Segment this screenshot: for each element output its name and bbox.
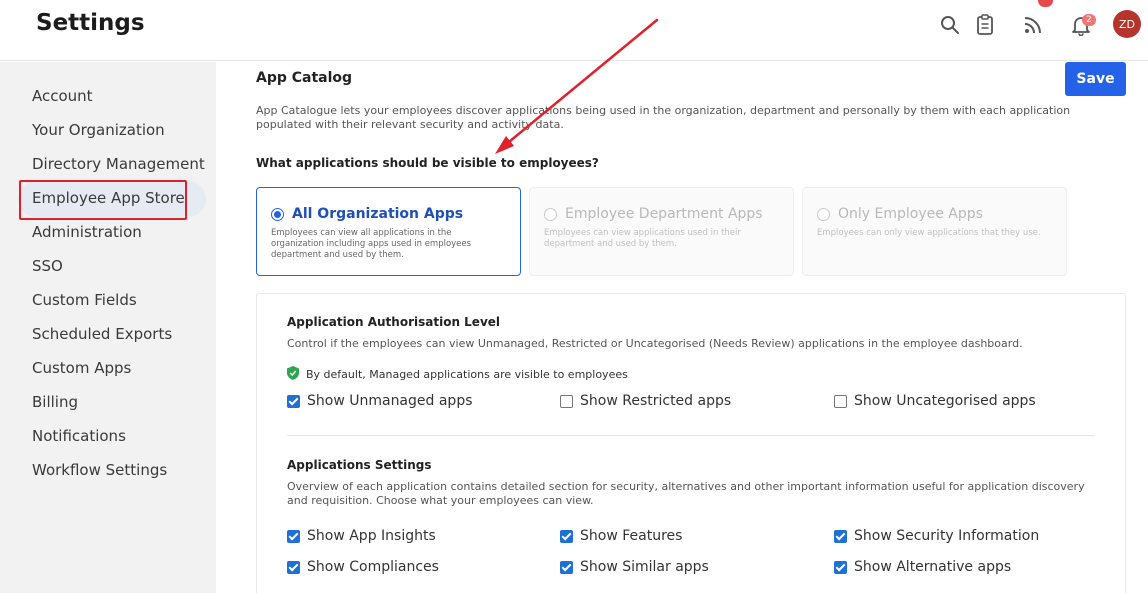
sidebar-item-notifications[interactable]: Notifications: [32, 427, 126, 445]
shield-check-icon: [287, 366, 299, 383]
catalog-description: App Catalogue lets your employees discov…: [256, 104, 1071, 131]
option-description: Employees can only view applications tha…: [817, 228, 1041, 238]
checkbox-show-app-insights[interactable]: Show App Insights: [287, 528, 436, 544]
avatar[interactable]: ZD: [1113, 10, 1141, 38]
checkbox-label: Show Features: [580, 528, 683, 544]
default-note: By default, Managed applications are vis…: [287, 366, 628, 383]
option-description: Employees can view applications used in …: [544, 228, 741, 249]
option-description: Employees can view all applications in t…: [271, 228, 472, 260]
checkbox-unchecked[interactable]: [560, 394, 573, 408]
checkbox-label: Show Unmanaged apps: [307, 393, 473, 409]
sidebar-item-your-organization[interactable]: Your Organization: [32, 121, 165, 139]
checkbox-checked[interactable]: [287, 529, 300, 543]
option-title: Only Employee Apps: [838, 206, 983, 222]
rss-icon[interactable]: [1021, 12, 1045, 38]
checkbox-checked[interactable]: [287, 394, 300, 408]
checkbox-label: Show Security Information: [854, 528, 1040, 544]
section-title: App Catalog: [256, 70, 353, 86]
sidebar-item-custom-apps[interactable]: Custom Apps: [32, 359, 131, 377]
default-note-text: By default, Managed applications are vis…: [306, 368, 628, 381]
app-settings-title: Applications Settings: [287, 458, 432, 472]
sidebar-item-directory-management[interactable]: Directory Management: [32, 155, 205, 173]
checkbox-show-compliances[interactable]: Show Compliances: [287, 559, 439, 575]
page-title: Settings: [36, 10, 145, 36]
option-title: Employee Department Apps: [565, 206, 763, 222]
radio-unselected[interactable]: [544, 207, 557, 221]
sidebar-item-account[interactable]: Account: [32, 87, 93, 105]
settings-sidebar: Account Your Organization Directory Mana…: [0, 62, 216, 593]
checkbox-label: Show Compliances: [307, 559, 439, 575]
sidebar-item-sso[interactable]: SSO: [32, 257, 63, 275]
clipboard-icon[interactable]: [973, 12, 997, 38]
checkbox-show-security-information[interactable]: Show Security Information: [834, 528, 1039, 544]
top-header: Settings 2 ZD: [0, 0, 1148, 61]
authorisation-title: Application Authorisation Level: [287, 315, 501, 329]
alert-badge: [1038, 0, 1053, 7]
save-button[interactable]: Save: [1065, 62, 1126, 96]
search-icon[interactable]: [938, 12, 962, 38]
radio-selected[interactable]: [271, 207, 284, 221]
sidebar-item-administration[interactable]: Administration: [32, 223, 142, 241]
option-only-employee-apps[interactable]: Only Employee Apps Employees can only vi…: [802, 187, 1067, 276]
checkbox-checked[interactable]: [287, 560, 300, 574]
notification-count-badge: 2: [1082, 14, 1096, 26]
visibility-question: What applications should be visible to e…: [256, 156, 599, 170]
option-all-organization-apps[interactable]: All Organization Apps Employees can view…: [256, 187, 521, 276]
checkbox-show-uncategorised-apps[interactable]: Show Uncategorised apps: [834, 393, 1036, 409]
divider: [287, 435, 1095, 436]
checkbox-show-restricted-apps[interactable]: Show Restricted apps: [560, 393, 731, 409]
checkbox-show-unmanaged-apps[interactable]: Show Unmanaged apps: [287, 393, 473, 409]
checkbox-checked[interactable]: [834, 529, 847, 543]
option-title: All Organization Apps: [292, 206, 464, 222]
checkbox-checked[interactable]: [834, 560, 847, 574]
checkbox-show-features[interactable]: Show Features: [560, 528, 682, 544]
checkbox-unchecked[interactable]: [834, 394, 847, 408]
annotation-highlight-box: [19, 180, 187, 220]
radio-unselected[interactable]: [817, 207, 830, 221]
checkbox-show-alternative-apps[interactable]: Show Alternative apps: [834, 559, 1011, 575]
sidebar-item-billing[interactable]: Billing: [32, 393, 78, 411]
checkbox-checked[interactable]: [560, 529, 573, 543]
checkbox-label: Show App Insights: [307, 528, 436, 544]
sidebar-item-custom-fields[interactable]: Custom Fields: [32, 291, 137, 309]
settings-panel: Application Authorisation Level Control …: [256, 293, 1126, 593]
checkbox-checked[interactable]: [560, 560, 573, 574]
authorisation-description: Control if the employees can view Unmana…: [287, 337, 1023, 350]
sidebar-item-workflow-settings[interactable]: Workflow Settings: [32, 461, 167, 479]
checkbox-label: Show Uncategorised apps: [854, 393, 1036, 409]
checkbox-label: Show Alternative apps: [854, 559, 1012, 575]
option-employee-department-apps[interactable]: Employee Department Apps Employees can v…: [529, 187, 794, 276]
checkbox-label: Show Similar apps: [580, 559, 709, 575]
checkbox-label: Show Restricted apps: [580, 393, 732, 409]
main-content: App Catalog Save App Catalogue lets your…: [216, 62, 1148, 593]
checkbox-show-similar-apps[interactable]: Show Similar apps: [560, 559, 709, 575]
sidebar-item-scheduled-exports[interactable]: Scheduled Exports: [32, 325, 172, 343]
app-settings-description: Overview of each application contains de…: [287, 480, 1085, 507]
